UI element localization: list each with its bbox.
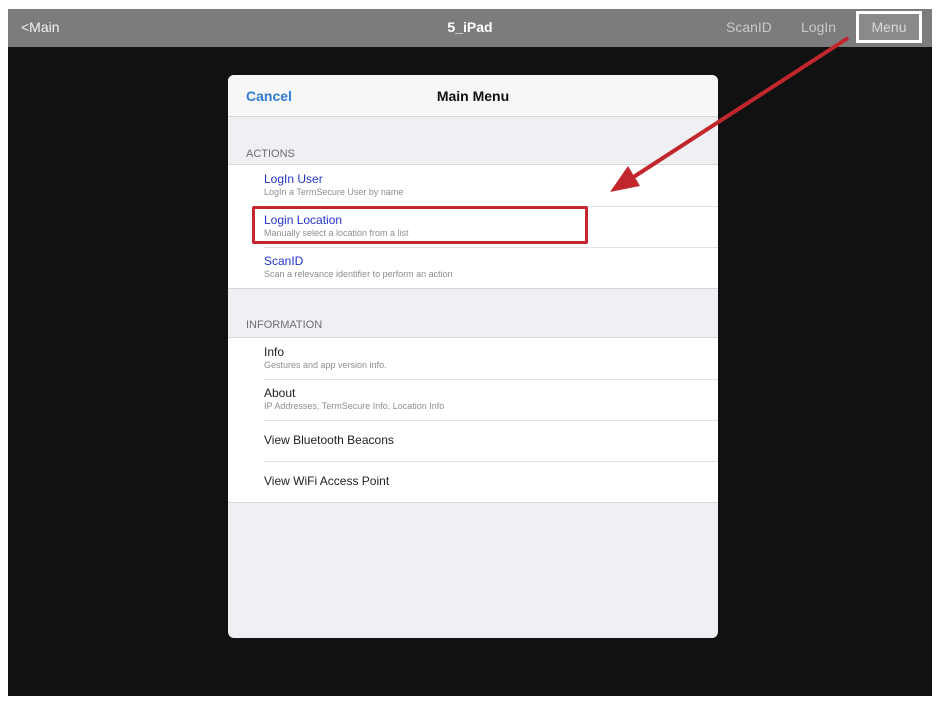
menu-item-subtitle: Gestures and app version info. — [264, 360, 387, 370]
scanid-nav-button[interactable]: ScanID — [726, 19, 772, 35]
menu-nav-label: Menu — [871, 19, 907, 35]
top-nav-bar: <Main 5_iPad ScanID LogIn Menu — [8, 9, 932, 47]
menu-item-subtitle: LogIn a TermSecure User by name — [264, 187, 404, 197]
menu-item-view-wifi-access-point[interactable]: View WiFi Access Point — [228, 461, 718, 502]
actions-section-header: ACTIONS — [246, 148, 295, 160]
menu-nav-button[interactable]: Menu — [856, 11, 922, 43]
back-to-main-button[interactable]: <Main — [21, 19, 60, 35]
menu-item-title: LogIn User — [264, 172, 323, 186]
sheet-title: Main Menu — [436, 88, 510, 104]
menu-item-login-user[interactable]: LogIn User LogIn a TermSecure User by na… — [228, 165, 718, 206]
menu-item-about[interactable]: About IP Addresses, TermSecure Info, Loc… — [228, 379, 718, 420]
menu-item-title: View WiFi Access Point — [264, 474, 390, 488]
information-group: Info Gestures and app version info. Abou… — [228, 337, 718, 503]
menu-item-view-bluetooth-beacons[interactable]: View Bluetooth Beacons — [228, 420, 718, 461]
menu-item-title: View Bluetooth Beacons — [264, 433, 394, 447]
menu-item-login-location[interactable]: Login Location Manually select a locatio… — [228, 206, 718, 247]
information-section-header: INFORMATION — [246, 319, 323, 331]
menu-item-title: Login Location — [264, 213, 343, 227]
menu-item-subtitle: Scan a relevance identifier to perform a… — [264, 269, 453, 279]
menu-item-info[interactable]: Info Gestures and app version info. — [228, 338, 718, 379]
menu-item-title: ScanID — [264, 254, 304, 268]
nav-title: 5_iPad — [447, 19, 493, 35]
login-nav-button[interactable]: LogIn — [801, 19, 836, 35]
sheet-header: Cancel Main Menu — [228, 75, 718, 117]
main-menu-sheet: Cancel Main Menu ACTIONS LogIn User LogI… — [228, 75, 718, 638]
actions-group: LogIn User LogIn a TermSecure User by na… — [228, 164, 718, 289]
menu-item-subtitle: IP Addresses, TermSecure Info, Location … — [264, 401, 445, 411]
menu-item-subtitle: Manually select a location from a list — [264, 228, 409, 238]
menu-item-title: Info — [264, 345, 285, 359]
cancel-button[interactable]: Cancel — [246, 88, 292, 104]
menu-item-title: About — [264, 386, 296, 400]
menu-item-scanid[interactable]: ScanID Scan a relevance identifier to pe… — [228, 247, 718, 288]
